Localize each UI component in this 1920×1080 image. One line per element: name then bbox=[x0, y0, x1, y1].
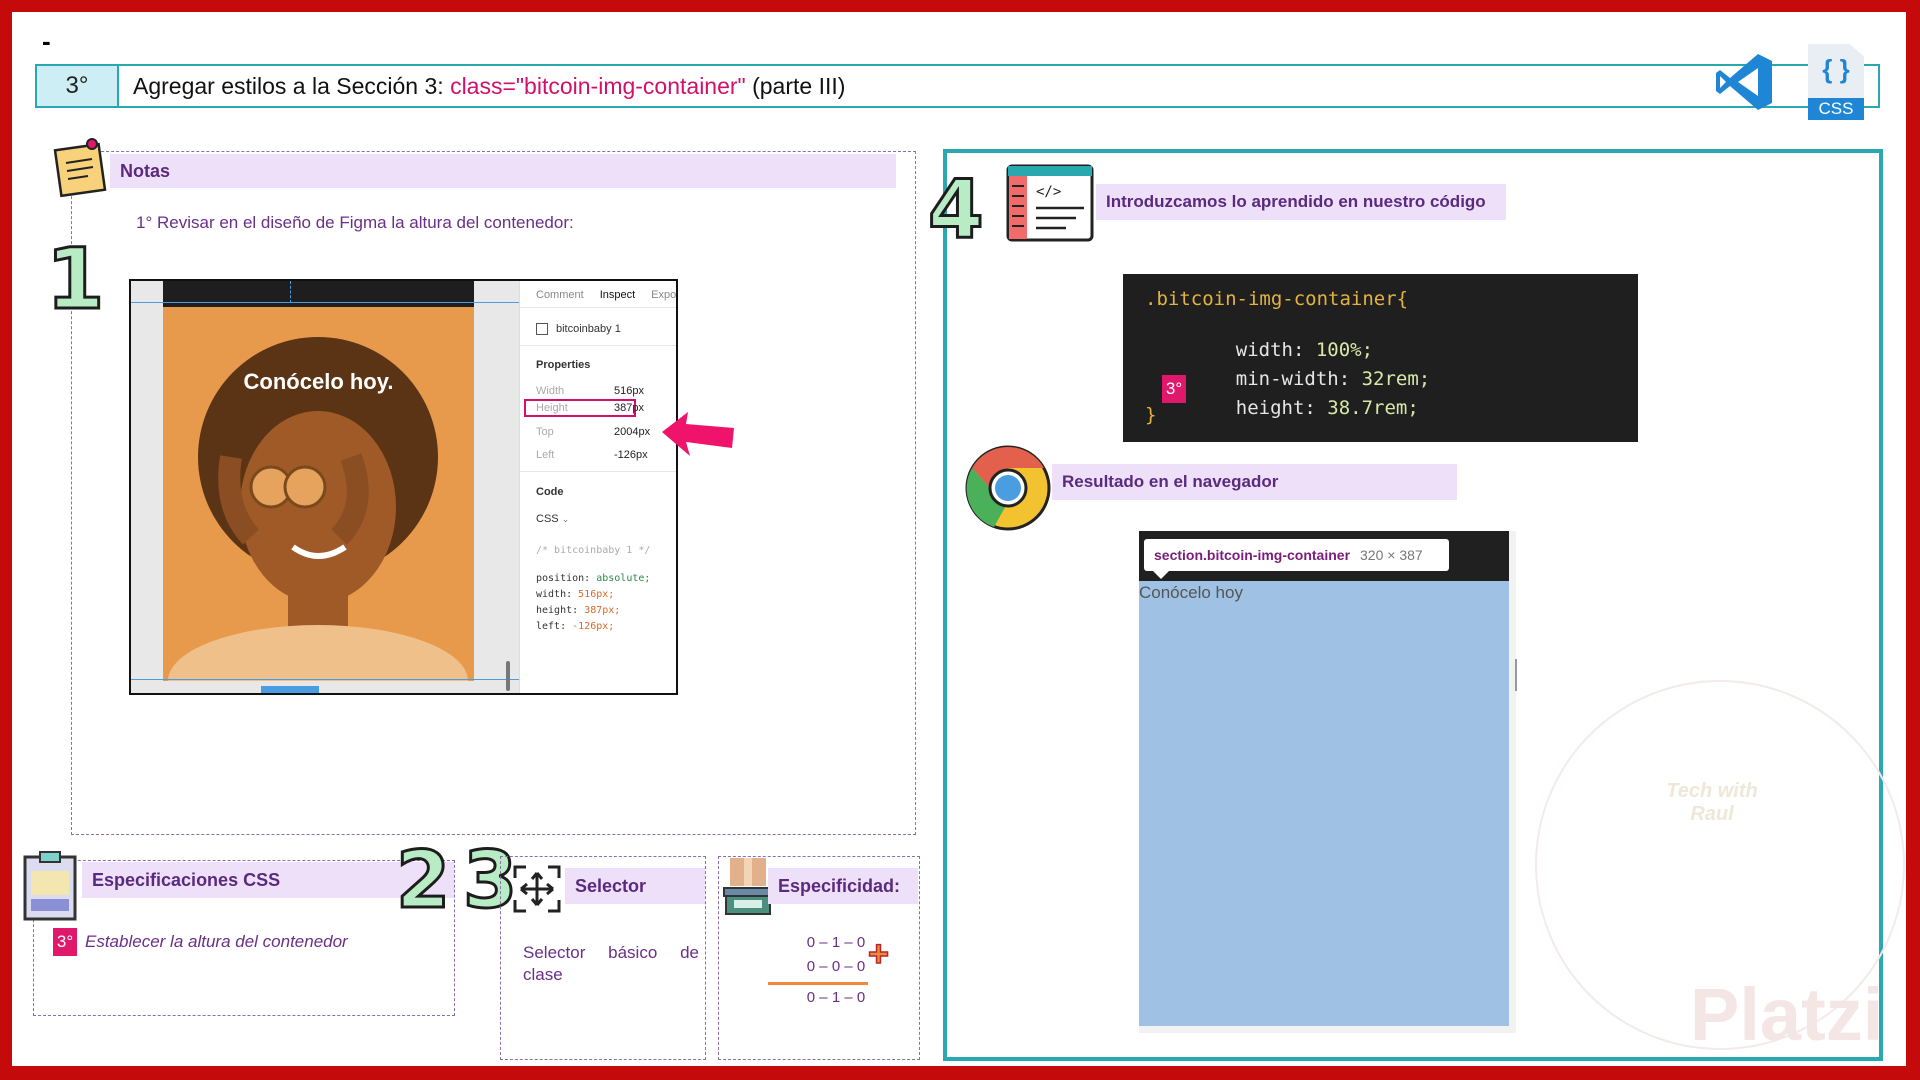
notes-instruction: 1° Revisar en el diseño de Figma la altu… bbox=[136, 213, 574, 232]
platzi-watermark: Platzi bbox=[1690, 973, 1884, 1056]
code-line-height: height: 38.7rem; bbox=[1235, 397, 1419, 419]
clipboard-icon bbox=[23, 851, 77, 921]
figma-guide-vertical bbox=[290, 281, 292, 303]
specificity-result: 0 – 1 – 0 bbox=[806, 989, 866, 1006]
code-closing: } bbox=[1145, 404, 1157, 426]
figma-guide-bottom bbox=[131, 679, 519, 680]
woman-photo-illustration bbox=[168, 337, 468, 681]
prop-top-label: Top bbox=[536, 426, 554, 438]
figma-photo: Conócelo hoy. bbox=[163, 307, 474, 681]
browser-result: section.bitcoin-img-container 320 × 387 … bbox=[1139, 531, 1517, 1033]
code-lang-select[interactable]: CSS ⌄ bbox=[536, 513, 569, 525]
tab-inspect[interactable]: Inspect bbox=[600, 289, 635, 301]
prop-width-label: Width bbox=[536, 385, 565, 397]
css-braces: { } bbox=[1822, 54, 1850, 84]
tab-comment[interactable]: Comment bbox=[536, 289, 584, 301]
code-step-badge: 3° bbox=[1162, 375, 1186, 403]
selector-text: Selector básico de clase bbox=[523, 943, 699, 984]
code-line-width: width: 516px; bbox=[536, 589, 615, 600]
tab-export[interactable]: Expo bbox=[651, 289, 676, 301]
spec-item: 3° Establecer la altura del contenedor bbox=[53, 928, 348, 956]
spec-step-badge: 3° bbox=[53, 928, 77, 956]
spec-text: Establecer la altura del contenedor bbox=[85, 932, 348, 951]
tooltip-pointer bbox=[1153, 571, 1169, 579]
title-code: class="bitcoin-img-container" bbox=[450, 72, 746, 99]
vscode-icon bbox=[1716, 54, 1772, 110]
selector-target-icon bbox=[513, 865, 561, 913]
layer-row: bitcoinbaby 1 bbox=[536, 323, 621, 335]
prop-height-label: Height bbox=[536, 402, 568, 414]
image-layer-icon bbox=[536, 323, 548, 335]
title-suffix: (parte III) bbox=[752, 72, 846, 99]
chevron-down-icon: ⌄ bbox=[561, 514, 570, 524]
title-prefix: Agregar estilos a la Sección 3: bbox=[133, 72, 444, 99]
browser-section-title: Resultado en el navegador bbox=[1052, 464, 1457, 500]
highlighted-container bbox=[1139, 581, 1509, 1026]
code-section-title: Introduzcamos lo aprendido en nuestro có… bbox=[1096, 184, 1506, 220]
figma-guide-top bbox=[131, 302, 519, 303]
prop-left-label: Left bbox=[536, 449, 555, 461]
code-comment: /* bitcoinbaby 1 */ bbox=[536, 545, 651, 556]
browser-content-text: Conócelo hoy bbox=[1139, 583, 1243, 602]
code-block: .bitcoin-img-container{ width: 100%; min… bbox=[1123, 274, 1638, 442]
prop-width-value: 516px bbox=[614, 385, 644, 397]
plus-icon: + bbox=[867, 933, 890, 974]
notes-title: Notas bbox=[110, 154, 896, 188]
prop-left-value: -126px bbox=[614, 449, 648, 461]
properties-title: Properties bbox=[536, 359, 591, 371]
specificity-title: Especificidad: bbox=[768, 868, 918, 904]
prop-height-value: 387px bbox=[614, 402, 644, 414]
css-label: CSS bbox=[1808, 98, 1864, 120]
figma-size-tag bbox=[261, 686, 319, 693]
figma-scrollbar[interactable] bbox=[506, 661, 510, 691]
inspect-tabs: Comment Inspect Expo bbox=[536, 289, 676, 301]
prop-top-value: 2004px bbox=[614, 426, 651, 438]
figma-screenshot: Conócelo hoy. Comment Inspect Expo bitco… bbox=[129, 279, 678, 695]
selector-title: Selector bbox=[565, 868, 705, 904]
scale-icon bbox=[723, 858, 773, 915]
specificity-sum-line bbox=[768, 982, 868, 985]
browser-scrollbar[interactable] bbox=[1515, 659, 1517, 691]
slide-header: 3° Agregar estilos a la Sección 3: class… bbox=[35, 64, 1880, 108]
tooltip-selector: section.bitcoin-img-container bbox=[1154, 547, 1351, 563]
code-lang-value: CSS bbox=[536, 513, 559, 525]
tooltip-size: 320 × 387 bbox=[1360, 547, 1423, 563]
sticky-note-icon bbox=[53, 138, 107, 198]
code-title: Code bbox=[536, 486, 564, 498]
code-selector: .bitcoin-img-container{ bbox=[1145, 288, 1409, 310]
step-one-number: 1 bbox=[44, 230, 105, 328]
step-four-number: 4 bbox=[927, 163, 986, 256]
code-line-left: left: -126px; bbox=[536, 621, 615, 632]
layer-name: bitcoinbaby 1 bbox=[556, 323, 621, 335]
code-line-height: height: 387px; bbox=[536, 605, 621, 616]
devtools-tooltip: section.bitcoin-img-container 320 × 387 bbox=[1144, 539, 1449, 571]
step-indicator: 3° bbox=[37, 66, 119, 106]
watermark-logo-text: Tech with Raul bbox=[1666, 780, 1758, 825]
svg-text:</>: </> bbox=[1036, 184, 1061, 200]
slide-title: Agregar estilos a la Sección 3: class="b… bbox=[119, 73, 845, 100]
css-file-icon: { } CSS bbox=[1808, 44, 1864, 120]
figma-topbar bbox=[163, 281, 474, 307]
code-editor-icon: </> bbox=[1006, 164, 1094, 242]
figma-inspect-panel: Comment Inspect Expo bitcoinbaby 1 Prope… bbox=[519, 281, 676, 693]
photo-caption: Conócelo hoy. bbox=[243, 369, 394, 394]
step-two-number: 2 bbox=[394, 836, 451, 926]
top-marker: - bbox=[42, 26, 51, 56]
pointer-arrow-icon bbox=[662, 412, 734, 456]
code-line-position: position: absolute; bbox=[536, 573, 651, 584]
chrome-icon bbox=[965, 445, 1051, 531]
